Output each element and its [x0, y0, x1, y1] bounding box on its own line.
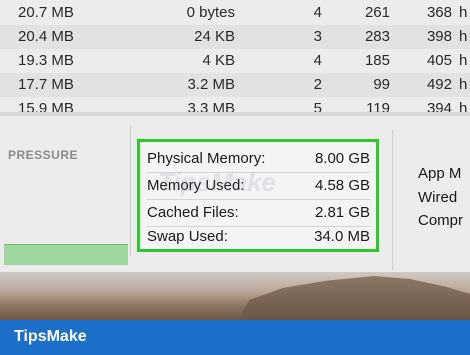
compressed-cell: 3.2 MB — [187, 76, 235, 93]
ports-cell: 261 — [364, 4, 390, 21]
ports-cell: 185 — [364, 52, 390, 69]
swap-used-row: Swap Used: 34.0 MB — [147, 224, 370, 250]
ports-cell: 283 — [364, 28, 390, 45]
compressed-cell: 4 KB — [202, 52, 235, 69]
memory-used-row: Memory Used: 4.58 GB — [147, 173, 370, 200]
memory-cell: 15.9 MB — [18, 100, 74, 112]
pid-cell: 368 — [426, 4, 452, 21]
footer-bar: TipsMake — [0, 320, 470, 355]
compressed-memory-label: Compr — [418, 212, 464, 229]
pid-cell: 398 — [426, 28, 452, 45]
threads-cell: 4 — [313, 4, 322, 21]
compressed-cell: 0 bytes — [186, 4, 235, 21]
memory-pressure-box: PRESSURE — [0, 126, 131, 265]
table-row[interactable]: 20.4 MB 24 KB 3 283 398 h — [0, 25, 470, 49]
memory-cell: 19.3 MB — [18, 52, 74, 69]
extra-cell: h — [459, 28, 468, 45]
physical-memory-label: Physical Memory: — [147, 150, 266, 167]
app-memory-label: App M — [418, 165, 462, 182]
desktop-wallpaper — [0, 272, 470, 320]
process-table: 20.7 MB 0 bytes 4 261 368 h 20.4 MB 24 K… — [0, 0, 470, 112]
table-row[interactable]: 20.7 MB 0 bytes 4 261 368 h — [0, 1, 470, 25]
memory-pressure-title: PRESSURE — [8, 148, 79, 162]
cached-files-value: 2.81 GB — [314, 204, 370, 221]
swap-used-value: 34.0 MB — [314, 228, 370, 245]
pid-cell: 492 — [426, 76, 452, 93]
threads-cell: 3 — [313, 28, 322, 45]
cached-files-row: Cached Files: 2.81 GB — [147, 200, 370, 227]
memory-used-value: 4.58 GB — [314, 177, 370, 194]
table-row[interactable]: 19.3 MB 4 KB 4 185 405 h — [0, 49, 470, 73]
ports-cell: 119 — [366, 100, 390, 112]
memory-summary-highlight: Physical Memory: 8.00 GB Memory Used: 4.… — [137, 139, 379, 252]
memory-pressure-graph — [4, 244, 128, 265]
memory-cell: 17.7 MB — [18, 76, 74, 93]
memory-cell: 20.4 MB — [18, 28, 74, 45]
ports-cell: 99 — [373, 76, 390, 93]
wired-memory-label: Wired — [418, 189, 458, 206]
extra-cell: h — [459, 4, 468, 21]
pid-cell: 405 — [426, 52, 452, 69]
threads-cell: 5 — [313, 100, 322, 112]
threads-cell: 2 — [313, 76, 322, 93]
compressed-cell: 24 KB — [194, 28, 235, 45]
footer-brand: TipsMake — [14, 328, 87, 345]
pid-cell: 394 — [426, 100, 452, 112]
extra-cell: h — [459, 52, 468, 69]
memory-used-label: Memory Used: — [147, 177, 245, 194]
extra-cell: h — [459, 100, 468, 112]
physical-memory-row: Physical Memory: 8.00 GB — [147, 146, 370, 173]
threads-cell: 4 — [313, 52, 322, 69]
table-row[interactable]: 17.7 MB 3.2 MB 2 99 492 h — [0, 73, 470, 97]
compressed-cell: 3.3 MB — [187, 100, 235, 112]
extra-cell: h — [459, 76, 468, 93]
cached-files-label: Cached Files: — [147, 204, 239, 221]
memory-cell: 20.7 MB — [18, 4, 74, 21]
memory-breakdown-column: App M Wired Compr — [392, 130, 470, 270]
mountain-image — [230, 276, 470, 320]
physical-memory-value: 8.00 GB — [314, 150, 370, 167]
table-row[interactable]: 15.9 MB 3.3 MB 5 119 394 h — [0, 97, 470, 112]
swap-used-label: Swap Used: — [147, 228, 228, 245]
